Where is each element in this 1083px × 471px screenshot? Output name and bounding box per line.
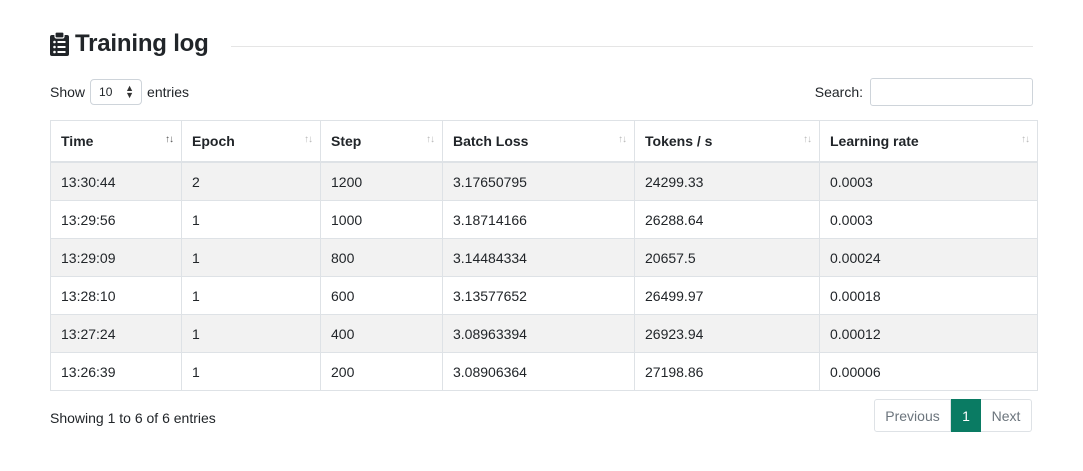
- cell-tokens-per-second: 20657.5: [634, 238, 820, 277]
- cell-learning-rate: 0.00006: [819, 352, 1038, 391]
- column-header-learning-rate[interactable]: Learning rate ↑↓: [819, 120, 1038, 163]
- cell-epoch: 1: [181, 314, 321, 353]
- cell-batch-loss: 3.08906364: [442, 352, 635, 391]
- cell-epoch: 1: [181, 276, 321, 315]
- cell-time: 13:29:56: [50, 200, 182, 239]
- column-header-step[interactable]: Step ↑↓: [320, 120, 443, 163]
- cell-step: 800: [320, 238, 443, 277]
- cell-learning-rate: 0.0003: [819, 200, 1038, 239]
- column-label: Tokens / s: [645, 133, 713, 149]
- pagination: Previous 1 Next: [874, 399, 1032, 432]
- cell-time: 13:30:44: [50, 161, 182, 201]
- cell-tokens-per-second: 27198.86: [634, 352, 820, 391]
- column-label: Batch Loss: [453, 133, 529, 149]
- cell-tokens-per-second: 26288.64: [634, 200, 820, 239]
- table-header-row: Time ↑↓ Epoch ↑↓ Step ↑↓ Batch Loss ↑↓ Token…: [50, 120, 1038, 163]
- page-1-button[interactable]: 1: [951, 399, 981, 432]
- cell-step: 600: [320, 276, 443, 315]
- cell-batch-loss: 3.18714166: [442, 200, 635, 239]
- cell-step: 1200: [320, 161, 443, 201]
- cell-learning-rate: 0.0003: [819, 161, 1038, 201]
- column-label: Step: [331, 133, 362, 149]
- show-label: Show: [50, 83, 86, 100]
- cell-epoch: 1: [181, 352, 321, 391]
- cell-time: 13:29:09: [50, 238, 182, 277]
- cell-time: 13:27:24: [50, 314, 182, 353]
- cell-epoch: 1: [181, 238, 321, 277]
- cell-tokens-per-second: 24299.33: [634, 161, 820, 201]
- sort-icon: ↑↓: [1021, 134, 1030, 145]
- cell-learning-rate: 0.00018: [819, 276, 1038, 315]
- search-input[interactable]: [870, 78, 1033, 106]
- table-row: 13:29:56 1 1000 3.18714166 26288.64 0.00…: [50, 200, 1038, 239]
- cell-epoch: 1: [181, 200, 321, 239]
- page-title: Training log: [75, 30, 209, 57]
- entries-length-control: Show 10 ▲ ▼ entries: [50, 78, 189, 105]
- table-row: 13:29:09 1 800 3.14484334 20657.5 0.0002…: [50, 238, 1038, 277]
- column-header-epoch[interactable]: Epoch ↑↓: [181, 120, 321, 163]
- cell-time: 13:28:10: [50, 276, 182, 315]
- table-row: 13:27:24 1 400 3.08963394 26923.94 0.000…: [50, 314, 1038, 353]
- training-log-table: Time ↑↓ Epoch ↑↓ Step ↑↓ Batch Loss ↑↓ Token…: [50, 120, 1038, 391]
- column-label: Time: [61, 133, 94, 149]
- cell-batch-loss: 3.08963394: [442, 314, 635, 353]
- page-header: Training log: [50, 28, 1033, 60]
- search-label: Search:: [814, 84, 863, 100]
- table-info: Showing 1 to 6 of 6 entries: [50, 410, 216, 426]
- cell-step: 400: [320, 314, 443, 353]
- cell-step: 1000: [320, 200, 443, 239]
- sort-icon: ↑↓: [618, 134, 627, 145]
- column-label: Learning rate: [830, 133, 919, 149]
- cell-learning-rate: 0.00024: [819, 238, 1038, 277]
- title-divider: [230, 45, 1033, 47]
- sort-icon: ↑↓: [803, 134, 812, 145]
- cell-batch-loss: 3.14484334: [442, 238, 635, 277]
- cell-tokens-per-second: 26923.94: [634, 314, 820, 353]
- table-row: 13:30:44 2 1200 3.17650795 24299.33 0.00…: [50, 161, 1038, 201]
- previous-page-button[interactable]: Previous: [874, 399, 951, 432]
- select-arrows-icon: ▲ ▼: [125, 82, 135, 100]
- entries-label: entries: [147, 83, 190, 100]
- cell-tokens-per-second: 26499.97: [634, 276, 820, 315]
- clipboard-list-icon: [50, 32, 69, 56]
- cell-epoch: 2: [181, 161, 321, 201]
- column-header-time[interactable]: Time ↑↓: [50, 120, 182, 163]
- cell-batch-loss: 3.13577652: [442, 276, 635, 315]
- column-label: Epoch: [192, 133, 235, 149]
- table-row: 13:28:10 1 600 3.13577652 26499.97 0.000…: [50, 276, 1038, 315]
- cell-step: 200: [320, 352, 443, 391]
- entries-per-page-value: 10: [99, 84, 113, 99]
- cell-batch-loss: 3.17650795: [442, 161, 635, 201]
- next-page-button[interactable]: Next: [981, 399, 1032, 432]
- entries-per-page-select[interactable]: 10 ▲ ▼: [90, 78, 143, 105]
- sort-icon: ↑↓: [165, 134, 174, 145]
- sort-icon: ↑↓: [304, 134, 313, 145]
- column-header-batch-loss[interactable]: Batch Loss ↑↓: [442, 120, 635, 163]
- search-control: Search:: [815, 78, 1033, 106]
- sort-icon: ↑↓: [426, 134, 435, 145]
- column-header-tokens-per-second[interactable]: Tokens / s ↑↓: [634, 120, 820, 163]
- cell-learning-rate: 0.00012: [819, 314, 1038, 353]
- cell-time: 13:26:39: [50, 352, 182, 391]
- table-row: 13:26:39 1 200 3.08906364 27198.86 0.000…: [50, 352, 1038, 391]
